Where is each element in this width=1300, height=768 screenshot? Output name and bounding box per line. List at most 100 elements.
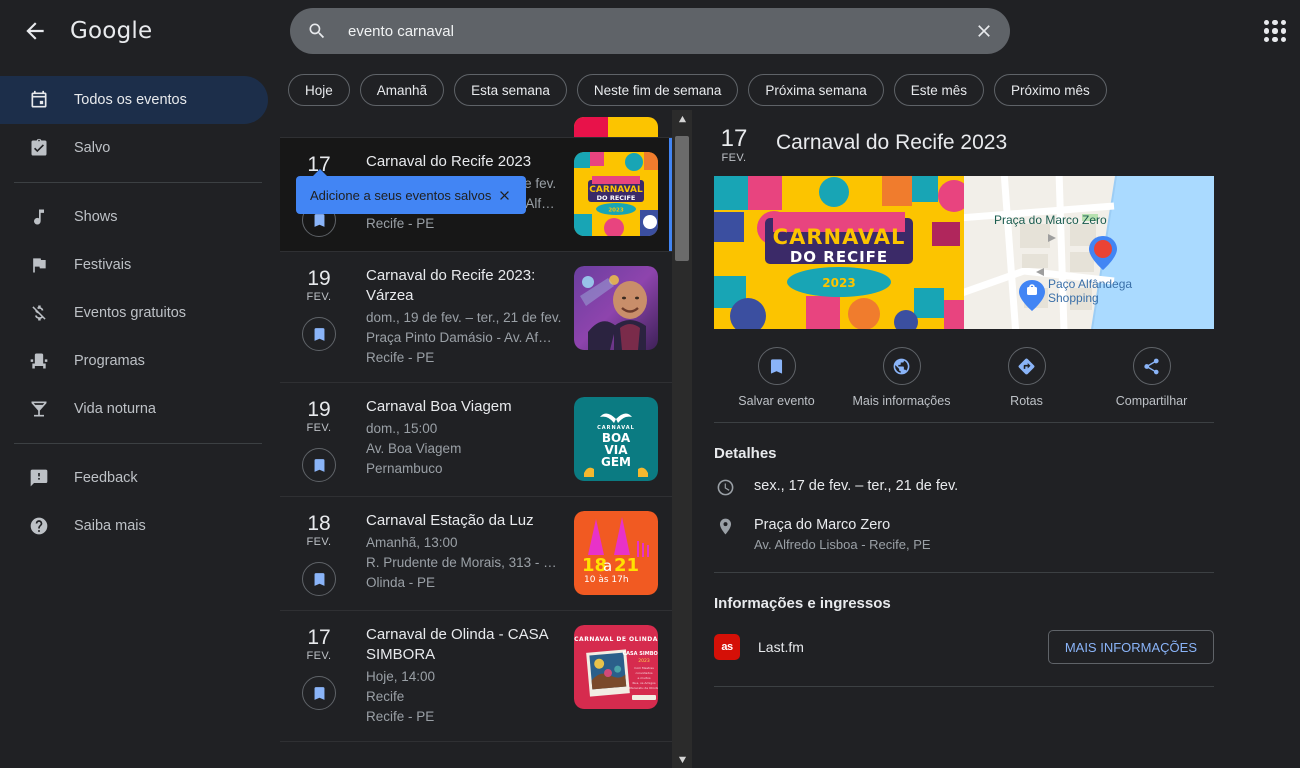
event-list-item[interactable]: 17FEV.Carnaval do Recife 2023sex., 17 de… [280,138,672,252]
svg-text:2023: 2023 [822,276,855,290]
search-box[interactable] [290,8,1010,54]
tickets-heading: Informações e ingressos [714,595,891,612]
sidebar-nav: Todos os eventos Salvo Shows Festivais Event… [0,76,280,550]
sidebar-item-eventos-gratuitos[interactable]: Eventos gratuitos [0,289,268,337]
event-month: FEV. [306,291,332,303]
sidebar-item-label: Shows [74,209,118,225]
place-address: Av. Alfredo Lisboa - Recife, PE [754,537,931,552]
back-arrow-icon[interactable] [22,18,48,44]
event-info: Carnaval Estação da Luz Amanhã, 13:00 R. P… [340,511,574,596]
save-event-button[interactable] [302,562,336,596]
filter-chip-hoje[interactable]: Hoje [288,74,350,106]
scroll-down-icon[interactable] [672,750,692,768]
directions-icon [1007,347,1046,385]
detail-actions: Salvar evento Mais informações Rotas Compar… [714,329,1214,422]
svg-text:21: 21 [614,555,639,576]
search-icon [306,20,328,42]
svg-text:2023: 2023 [638,658,650,664]
detail-datetime-row: sex., 17 de fev. – ter., 21 de fev. [714,476,1300,515]
save-event-tooltip: Adicione a seus eventos salvos [296,169,526,214]
event-datetime: dom., 19 de fev. – ter., 21 de fev. [366,310,562,325]
sidebar-item-label: Programas [74,353,145,369]
save-event-button[interactable] [302,448,336,482]
search-input[interactable] [328,22,972,40]
event-list-item[interactable]: 19 FEV. Carnaval Boa Viagem dom., 15:00 Av. … [280,383,672,497]
sidebar-item-salvo[interactable]: Salvo [0,124,268,172]
save-event-button[interactable] [302,317,336,351]
event-date: 19 FEV. [298,266,340,368]
details-heading: Detalhes [714,445,777,462]
event-venue: Praça Pinto Damásio - Av. Af… [366,330,552,345]
event-thumbnail [574,266,658,350]
detail-month: FEV. [721,152,747,164]
share-icon [1132,347,1171,385]
events-app: Google Todos os eventos Salvo Shows Festiva… [0,0,1300,768]
event-list-item[interactable]: 19 FEV. Carnaval do Recife 2023: Várzea dom… [280,252,672,383]
detail-header: 17 FEV. Carnaval do Recife 2023 [714,110,1300,176]
svg-text:Maracatu de Olinda: Maracatu de Olinda [629,686,658,690]
svg-text:10 às 17h: 10 às 17h [584,575,629,585]
detail-location: Praça do Marco Zero Av. Alfredo Lisboa -… [754,515,931,554]
event-day: 18 [307,512,331,535]
event-title: Carnaval do Recife 2023 [366,153,532,170]
map-label-shopping: Shopping [1048,291,1099,305]
sidebar-item-vida-noturna[interactable]: Vida noturna [0,385,268,433]
filter-chip-pr-ximo-m-s[interactable]: Próximo mês [994,74,1107,106]
ticket-row: as Last.fm MAIS INFORMAÇÕES [714,626,1214,664]
event-title: Carnaval Estação da Luz [366,512,534,529]
clear-search-icon[interactable] [972,19,996,43]
action-label: Mais informações [852,394,951,408]
sidebar-item-programas[interactable]: Programas [0,337,268,385]
event-list-item[interactable]: 18 FEV. Carnaval Estação da Luz Amanhã, 13:… [280,497,672,611]
event-info: Carnaval Boa Viagem dom., 15:00 Av. Boa Vi… [340,397,574,482]
sidebar-item-label: Festivais [74,257,132,273]
event-month: FEV. [306,650,332,662]
sidebar-item-festivais[interactable]: Festivais [0,241,268,289]
more-info-button[interactable]: MAIS INFORMAÇÕES [1047,630,1214,664]
globe-icon [882,347,921,385]
sidebar-item-todos-os-eventos[interactable]: Todos os eventos [0,76,268,124]
svg-text:DO RECIFE: DO RECIFE [790,248,888,266]
event-venue: R. Prudente de Morais, 313 - … [366,555,557,570]
filter-chip-esta-semana[interactable]: Esta semana [454,74,567,106]
detail-hero[interactable]: CARNAVAL DO RECIFE 2023 Praça do Marco Z… [714,176,1214,329]
action-mais-informa-es[interactable]: Mais informações [839,347,964,408]
svg-text:Com Mestres: Com Mestres [634,666,654,670]
event-list-item-partial[interactable] [280,110,672,138]
map-label-marco-zero: Praça do Marco Zero [994,213,1107,227]
divider-3 [714,686,1214,687]
location-pin-icon [714,515,736,536]
scrollbar-thumb[interactable] [675,136,689,261]
google-logo: Google [70,18,153,44]
sidebar-item-shows[interactable]: Shows [0,193,268,241]
event-month: FEV. [306,536,332,548]
filter-chip-este-m-s[interactable]: Este mês [893,74,984,106]
event-date: 19 FEV. [298,397,340,482]
action-compartilhar[interactable]: Compartilhar [1089,347,1214,408]
sidebar-item-label: Eventos gratuitos [74,305,187,321]
sidebar-item-saiba-mais[interactable]: Saiba mais [0,502,268,550]
svg-text:2023: 2023 [608,208,623,214]
event-venue: Av. Boa Viagem [366,441,462,456]
sidebar-item-feedback[interactable]: Feedback [0,454,268,502]
tooltip-close-icon[interactable] [494,185,514,205]
event-list-column: 17FEV.Carnaval do Recife 2023sex., 17 de… [280,110,692,768]
svg-text:CARNAVAL: CARNAVAL [773,225,906,249]
filter-chip-pr-xima-semana[interactable]: Próxima semana [748,74,884,106]
event-title: Carnaval Boa Viagem [366,398,512,415]
svg-text:DO RECIFE: DO RECIFE [597,194,636,202]
filter-chip-amanh[interactable]: Amanhã [359,74,445,106]
event-list-item[interactable]: 17 FEV. Carnaval de Olinda - CASA SIMBORA H… [280,611,672,742]
event-month: FEV. [306,422,332,434]
event-city: Olinda - PE [366,575,436,590]
sidebar-item-label: Todos os eventos [74,92,187,108]
apps-grid-icon[interactable] [1260,16,1290,46]
action-salvar-evento[interactable]: Salvar evento [714,347,839,408]
list-scrollbar[interactable] [672,110,692,768]
scroll-up-icon[interactable] [672,110,692,128]
event-map-image: Praça do Marco Zero Paço Alfândega Shopp… [964,176,1214,329]
svg-text:GEM: GEM [601,455,631,469]
action-rotas[interactable]: Rotas [964,347,1089,408]
save-event-button[interactable] [302,676,336,710]
filter-chip-neste-fim-de-semana[interactable]: Neste fim de semana [576,74,739,106]
